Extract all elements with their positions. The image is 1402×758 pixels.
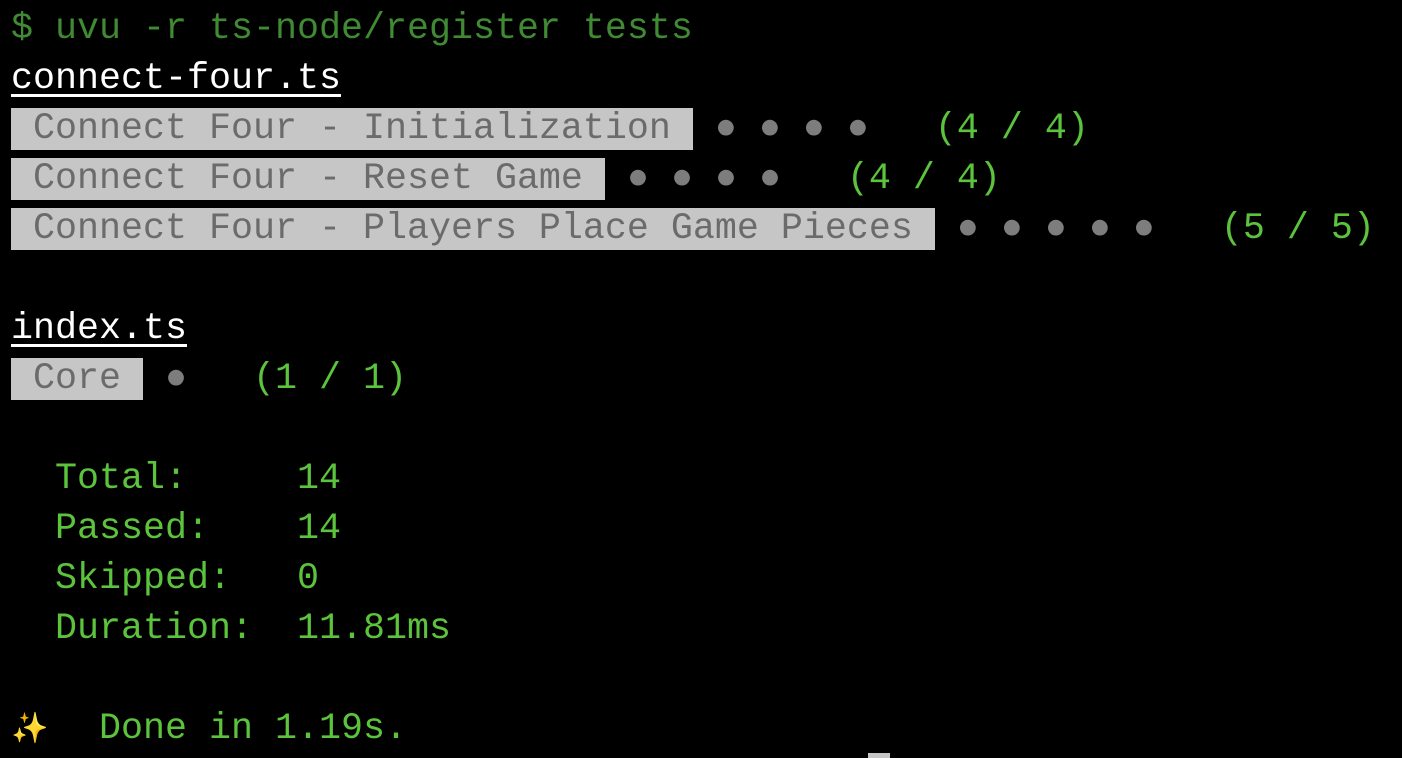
pass-dot: ● [846, 108, 869, 150]
pass-dot: ● [714, 158, 737, 200]
file-heading: index.ts [11, 308, 187, 350]
suite-row: Core ● (1 / 1) [11, 354, 1375, 404]
summary-skipped: Skipped: 0 [11, 558, 319, 600]
suite-name: Core [11, 358, 143, 400]
suite-row: Connect Four - Players Place Game Pieces… [11, 204, 1375, 254]
pass-dot: ● [670, 158, 693, 200]
pass-dot: ● [758, 108, 781, 150]
pass-dot: ● [1088, 208, 1111, 250]
pass-dot: ● [802, 108, 825, 150]
terminal-output: $ uvu -r ts-node/register tests connect-… [11, 4, 1375, 754]
pass-dot: ● [1000, 208, 1023, 250]
summary-passed: Passed: 14 [11, 508, 341, 550]
suite-result: (5 / 5) [1220, 208, 1375, 250]
suite-result: (1 / 1) [252, 358, 407, 400]
pass-dot: ● [956, 208, 979, 250]
pass-dot: ● [626, 158, 649, 200]
sparkles-icon: ✨ [11, 711, 49, 746]
file-heading: connect-four.ts [11, 58, 341, 100]
pass-dot: ● [164, 358, 187, 400]
suite-result: (4 / 4) [934, 108, 1089, 150]
suite-row: Connect Four - Reset Game ● ● ● ● (4 / 4… [11, 154, 1375, 204]
suite-name: Connect Four - Initialization [11, 108, 693, 150]
suite-name: Connect Four - Reset Game [11, 158, 605, 200]
suite-result: (4 / 4) [846, 158, 1001, 200]
suite-row: Connect Four - Initialization ● ● ● ● (4… [11, 104, 1375, 154]
command-line: $ uvu -r ts-node/register tests [11, 8, 693, 50]
pass-dot: ● [758, 158, 781, 200]
suite-name: Connect Four - Players Place Game Pieces [11, 208, 935, 250]
summary-total: Total: 14 [11, 458, 341, 500]
summary-duration: Duration: 11.81ms [11, 608, 451, 650]
pass-dot: ● [1132, 208, 1155, 250]
terminal-cursor [868, 753, 890, 758]
pass-dot: ● [714, 108, 737, 150]
pass-dot: ● [1044, 208, 1067, 250]
done-line: ✨ Done in 1.19s. [11, 704, 1375, 754]
